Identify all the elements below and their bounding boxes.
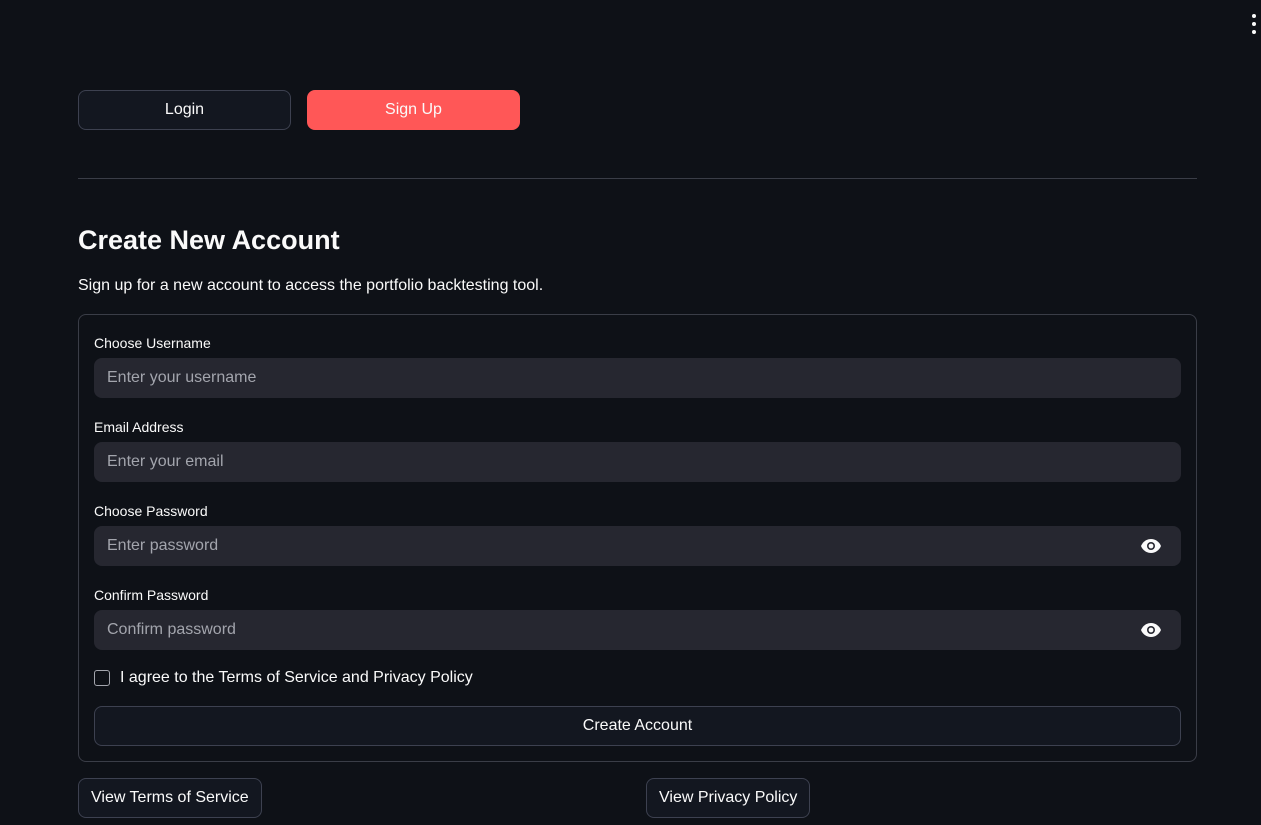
email-field-wrap <box>94 442 1181 482</box>
confirm-password-field-wrap <box>94 610 1181 650</box>
view-terms-button[interactable]: View Terms of Service <box>78 778 262 818</box>
sign-up-button[interactable]: Sign Up <box>307 90 520 130</box>
eye-icon[interactable] <box>1129 526 1173 566</box>
confirm-password-label: Confirm Password <box>94 587 209 603</box>
agree-checkbox[interactable] <box>94 670 110 686</box>
email-input[interactable] <box>94 442 1181 482</box>
kebab-dot <box>1252 22 1256 26</box>
password-field-wrap <box>94 526 1181 566</box>
kebab-dot <box>1252 14 1256 18</box>
eye-icon-svg <box>1141 623 1161 637</box>
kebab-dot <box>1252 30 1256 34</box>
password-label: Choose Password <box>94 503 208 519</box>
page-subtitle: Sign up for a new account to access the … <box>78 277 544 294</box>
password-input[interactable] <box>94 526 1129 566</box>
eye-icon[interactable] <box>1129 610 1173 650</box>
confirm-password-input[interactable] <box>94 610 1129 650</box>
auth-tabs: Login Sign Up <box>78 90 520 130</box>
page-title: Create New Account <box>78 225 340 255</box>
login-button[interactable]: Login <box>78 90 291 130</box>
email-label: Email Address <box>94 419 184 435</box>
username-field-wrap <box>94 358 1181 398</box>
username-label: Choose Username <box>94 335 211 351</box>
eye-icon-svg <box>1141 539 1161 553</box>
divider <box>78 178 1197 179</box>
signup-form: Choose Username Email Address Choose Pas… <box>78 314 1197 762</box>
signup-page: Login Sign Up Create New Account Sign up… <box>0 0 1261 825</box>
agree-row: I agree to the Terms of Service and Priv… <box>94 667 473 689</box>
view-privacy-button[interactable]: View Privacy Policy <box>646 778 811 818</box>
username-input[interactable] <box>94 358 1181 398</box>
create-account-button[interactable]: Create Account <box>94 706 1181 746</box>
kebab-menu-icon[interactable] <box>1251 14 1257 34</box>
agree-label[interactable]: I agree to the Terms of Service and Priv… <box>120 667 473 689</box>
